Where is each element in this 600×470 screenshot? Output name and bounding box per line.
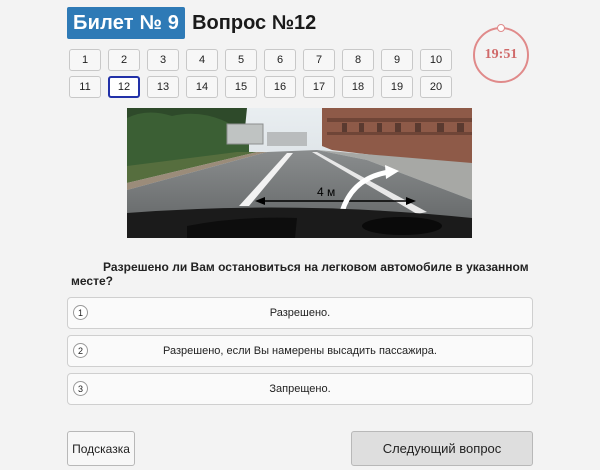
question-title: Вопрос №12 (192, 11, 317, 34)
question-button[interactable]: 7 (303, 49, 335, 71)
answer-text: Запрещено. (269, 383, 331, 395)
answer-option-2[interactable]: 2 Разрешено, если Вы намерены высадить п… (67, 335, 533, 367)
question-button[interactable]: 4 (186, 49, 218, 71)
timer: 19:51 (473, 24, 529, 83)
question-button[interactable]: 15 (225, 76, 257, 98)
distance-label: 4 м (317, 185, 335, 199)
question-button[interactable]: 19 (381, 76, 413, 98)
question-button[interactable]: 8 (342, 49, 374, 71)
question-button[interactable]: 17 (303, 76, 335, 98)
question-button[interactable]: 5 (225, 49, 257, 71)
question-button[interactable]: 20 (420, 76, 452, 98)
answer-text: Разрешено, если Вы намерены высадить пас… (163, 345, 437, 357)
answer-text: Разрешено. (269, 307, 331, 319)
question-button[interactable]: 18 (342, 76, 374, 98)
question-button[interactable]: 9 (381, 49, 413, 71)
question-button[interactable]: 16 (264, 76, 296, 98)
next-question-button[interactable]: Следующий вопрос (351, 431, 533, 466)
question-button[interactable]: 10 (420, 49, 452, 71)
timer-dot-icon (497, 24, 505, 32)
question-button[interactable]: 11 (69, 76, 101, 98)
question-button[interactable]: 3 (147, 49, 179, 71)
question-button[interactable]: 14 (186, 76, 218, 98)
ticket-badge: Билет № 9 (67, 7, 186, 39)
header: Билет № 9 Вопрос №12 (67, 7, 316, 39)
question-text: Разрешено ли Вам остановиться на легково… (71, 260, 529, 288)
answers-list: 1 Разрешено. 2 Разрешено, если Вы намере… (67, 297, 533, 411)
answer-option-3[interactable]: 3 Запрещено. (67, 373, 533, 405)
question-button[interactable]: 6 (264, 49, 296, 71)
question-button[interactable]: 2 (108, 49, 140, 71)
answer-option-1[interactable]: 1 Разрешено. (67, 297, 533, 329)
question-button-active[interactable]: 12 (108, 76, 140, 98)
hint-button[interactable]: Подсказка (67, 431, 135, 466)
timer-value: 19:51 (484, 47, 518, 62)
answer-number: 1 (73, 305, 88, 320)
exam-page: Билет № 9 Вопрос №12 1 2 3 4 5 6 7 8 9 1… (0, 0, 600, 470)
question-button[interactable]: 1 (69, 49, 101, 71)
answer-number: 3 (73, 381, 88, 396)
answer-number: 2 (73, 343, 88, 358)
question-button[interactable]: 13 (147, 76, 179, 98)
question-image: 4 м (127, 108, 472, 238)
question-navigator: 1 2 3 4 5 6 7 8 9 10 11 12 13 14 15 16 1… (69, 49, 452, 98)
